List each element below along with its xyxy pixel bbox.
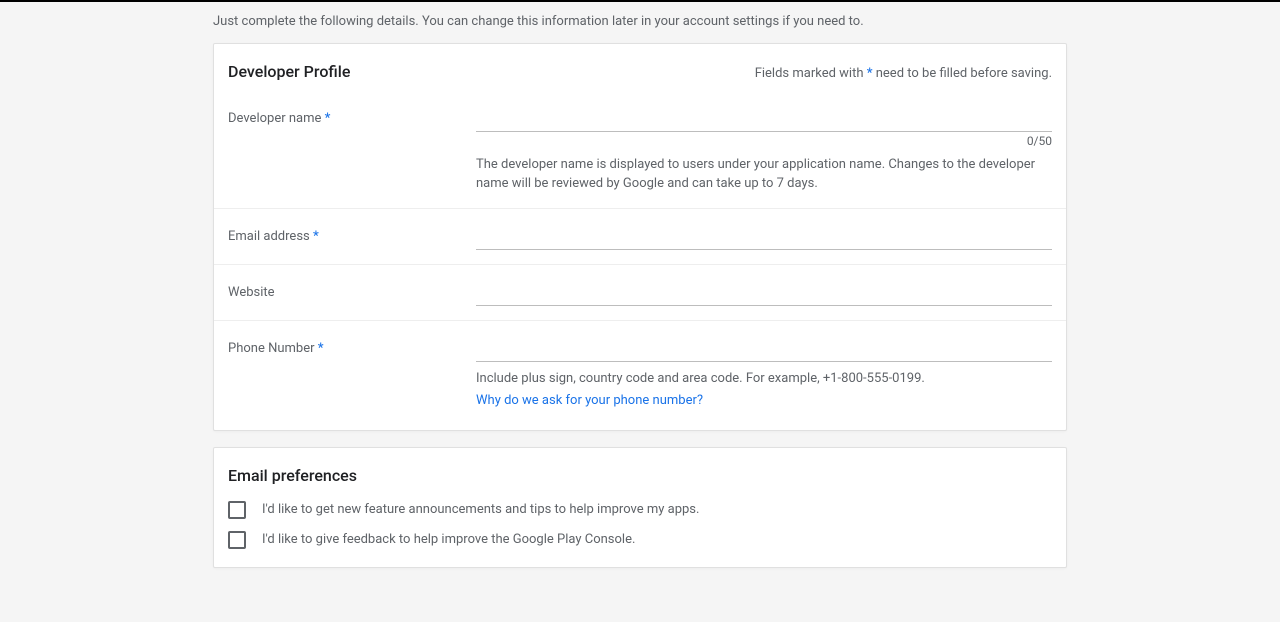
email-row: Email address *: [214, 209, 1066, 265]
developer-profile-card: Developer Profile Fields marked with * n…: [213, 43, 1067, 431]
website-input[interactable]: [476, 279, 1052, 306]
developer-name-helper: The developer name is displayed to users…: [476, 156, 1052, 194]
developer-name-label-text: Developer name: [228, 111, 321, 126]
email-label: Email address *: [228, 223, 476, 250]
checkbox-feature-announcements[interactable]: [228, 501, 246, 519]
pref-option-row-1: I'd like to give feedback to help improv…: [214, 525, 1066, 567]
required-note-suffix: need to be filled before saving.: [876, 66, 1052, 81]
website-label-text: Website: [228, 285, 275, 300]
phone-label: Phone Number *: [228, 335, 476, 408]
required-asterisk-icon: *: [313, 229, 319, 244]
phone-label-text: Phone Number: [228, 341, 315, 356]
required-asterisk-icon: *: [867, 66, 873, 81]
pref-option-row-0: I'd like to get new feature announcement…: [214, 495, 1066, 525]
phone-helper: Include plus sign, country code and area…: [476, 370, 1052, 389]
pref-option-label-0[interactable]: I'd like to get new feature announcement…: [262, 502, 699, 517]
profile-title: Developer Profile: [228, 62, 350, 81]
email-input-col: [476, 223, 1052, 250]
email-preferences-card: Email preferences I'd like to get new fe…: [213, 447, 1067, 568]
checkbox-feedback[interactable]: [228, 531, 246, 549]
intro-text: Just complete the following details. You…: [213, 2, 1067, 43]
website-row: Website: [214, 265, 1066, 321]
developer-name-input-col: 0/50 The developer name is displayed to …: [476, 105, 1052, 194]
phone-input-col: Include plus sign, country code and area…: [476, 335, 1052, 408]
profile-card-header: Developer Profile Fields marked with * n…: [214, 44, 1066, 91]
developer-name-counter: 0/50: [476, 134, 1052, 148]
phone-help-link[interactable]: Why do we ask for your phone number?: [476, 393, 703, 408]
developer-name-label: Developer name *: [228, 105, 476, 194]
email-prefs-title: Email preferences: [228, 466, 1052, 485]
email-prefs-header: Email preferences: [214, 448, 1066, 495]
required-asterisk-icon: *: [325, 111, 331, 126]
pref-option-label-1[interactable]: I'd like to give feedback to help improv…: [262, 532, 635, 547]
phone-row: Phone Number * Include plus sign, countr…: [214, 321, 1066, 430]
website-input-col: [476, 279, 1052, 306]
phone-input[interactable]: [476, 335, 1052, 362]
required-note-prefix: Fields marked with: [755, 66, 864, 81]
email-input[interactable]: [476, 223, 1052, 250]
required-fields-note: Fields marked with * need to be filled b…: [755, 66, 1052, 81]
required-asterisk-icon: *: [318, 341, 324, 356]
developer-name-input[interactable]: [476, 105, 1052, 132]
email-label-text: Email address: [228, 229, 310, 244]
content-container: Just complete the following details. You…: [213, 2, 1067, 568]
developer-name-row: Developer name * 0/50 The developer name…: [214, 91, 1066, 209]
website-label: Website: [228, 279, 476, 306]
